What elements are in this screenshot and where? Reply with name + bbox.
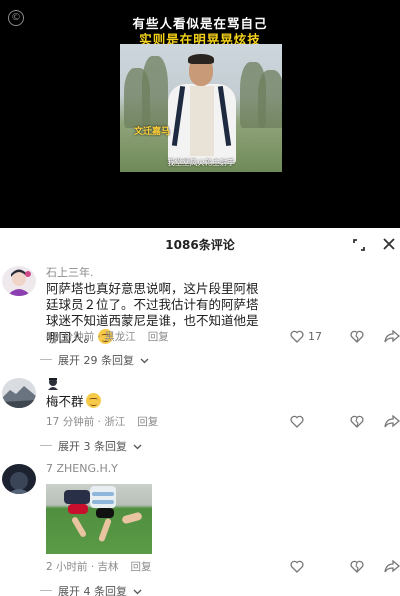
video-overlay-tag: 文迁嘉马 <box>134 127 171 137</box>
comment-meta: 17 分钟前 · 浙江 回复 <box>46 414 158 429</box>
grin-emoji-icon <box>85 393 101 408</box>
close-icon[interactable] <box>382 236 396 250</box>
video-person <box>162 54 242 172</box>
avatar[interactable] <box>2 378 36 408</box>
avatar[interactable] <box>2 266 36 296</box>
broken-heart-icon <box>350 560 364 573</box>
shrink-icon[interactable] <box>352 237 366 251</box>
like-button[interactable] <box>290 413 304 429</box>
reply-button[interactable]: 回复 <box>148 331 169 343</box>
chevron-down-icon <box>133 444 141 450</box>
expand-replies-button[interactable]: 展开 29 条回复 <box>40 352 149 368</box>
share-button[interactable] <box>384 558 400 574</box>
heart-icon <box>290 560 304 573</box>
share-button[interactable] <box>384 413 400 429</box>
avatar[interactable] <box>2 464 36 494</box>
comment-item: 梅不群 17 分钟前 · 浙江 回复 展开 3 条回复 <box>0 376 400 456</box>
chevron-down-icon <box>140 358 148 364</box>
comment-meta: 2 小时前 · 吉林 回复 <box>46 559 152 574</box>
dislike-button[interactable] <box>350 558 364 574</box>
comment-image[interactable] <box>46 484 152 554</box>
comments-header: 1086条评论 <box>0 228 400 258</box>
reply-button[interactable]: 回复 <box>131 561 152 573</box>
heart-icon <box>290 330 304 343</box>
comment-username[interactable]: 7 ZHENG.H.Y <box>46 462 118 475</box>
chevron-down-icon <box>133 589 141 595</box>
share-arrow-icon <box>384 559 400 572</box>
video-player[interactable]: © 有些人看似是在骂自己 实则是在明晃晃炫技 文迁嘉马 我堂堂风火轮主射手 <box>0 0 400 228</box>
comment-count: 1086条评论 <box>165 238 235 252</box>
comment-actions <box>290 558 400 574</box>
comment-item: 石上三年. 阿萨塔也真好意思说啊，这片段里阿根廷球员２位了。不过我估计有的阿萨塔… <box>0 264 400 368</box>
video-subtitle: 我堂堂风火轮主射手 <box>167 158 235 167</box>
comment-time: 17 分钟前 · 浙江 <box>46 416 126 428</box>
comment-actions <box>290 413 400 429</box>
expand-replies-button[interactable]: 展开 4 条回复 <box>40 583 142 596</box>
comment-text: 梅不群 <box>46 393 101 410</box>
dislike-button[interactable] <box>350 328 364 344</box>
comment-item: 7 ZHENG.H.Y 2 小时前 · 吉林 回复 展开 4 条回复 <box>0 462 400 596</box>
reply-button[interactable]: 回复 <box>137 416 158 428</box>
comment-username[interactable]: 石上三年. <box>46 264 94 280</box>
broken-heart-icon <box>350 415 364 428</box>
dislike-button[interactable] <box>350 413 364 429</box>
comment-meta: 49 分钟前 · 黑龙江 回复 <box>46 329 169 344</box>
share-arrow-icon <box>384 414 400 427</box>
like-count: 17 <box>308 329 322 343</box>
comment-time: 49 分钟前 · 黑龙江 <box>46 331 136 343</box>
like-button[interactable] <box>290 558 304 574</box>
video-frame[interactable]: 文迁嘉马 我堂堂风火轮主射手 <box>120 44 282 172</box>
comment-time: 2 小时前 · 吉林 <box>46 561 119 573</box>
like-button[interactable]: 17 <box>290 328 322 344</box>
expand-replies-button[interactable]: 展开 3 条回复 <box>40 438 142 454</box>
share-button[interactable] <box>384 328 400 344</box>
broken-heart-icon <box>350 330 364 343</box>
share-arrow-icon <box>384 329 400 342</box>
comment-actions: 17 <box>290 328 400 344</box>
comments-sheet: 1086条评论 石上三年. 阿萨塔也真好意思说啊，这片段里阿根廷球员２位了。不过… <box>0 228 400 596</box>
user-badge-icon <box>46 375 60 390</box>
heart-icon <box>290 415 304 428</box>
